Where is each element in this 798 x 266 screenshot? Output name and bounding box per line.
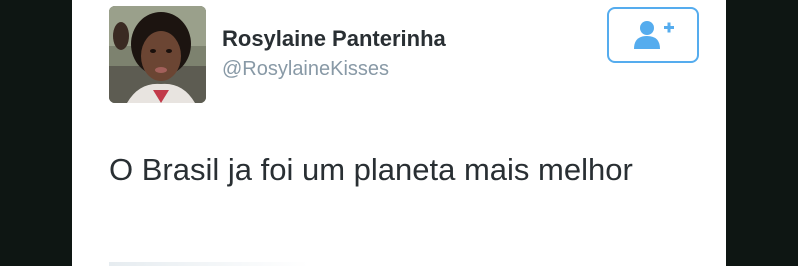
user-info: Rosylaine Panterinha @RosylaineKisses	[222, 26, 446, 82]
avatar[interactable]	[109, 6, 206, 103]
right-background-bar	[726, 0, 798, 266]
tweet-card: Rosylaine Panterinha @RosylaineKisses O …	[72, 0, 726, 266]
add-user-icon	[634, 21, 674, 49]
display-name[interactable]: Rosylaine Panterinha	[222, 26, 446, 52]
username-handle[interactable]: @RosylaineKisses	[222, 56, 446, 82]
divider	[109, 262, 309, 266]
tweet-text: O Brasil ja foi um planeta mais melhor	[109, 152, 633, 187]
left-background-bar	[0, 0, 72, 266]
follow-button[interactable]	[607, 7, 699, 63]
